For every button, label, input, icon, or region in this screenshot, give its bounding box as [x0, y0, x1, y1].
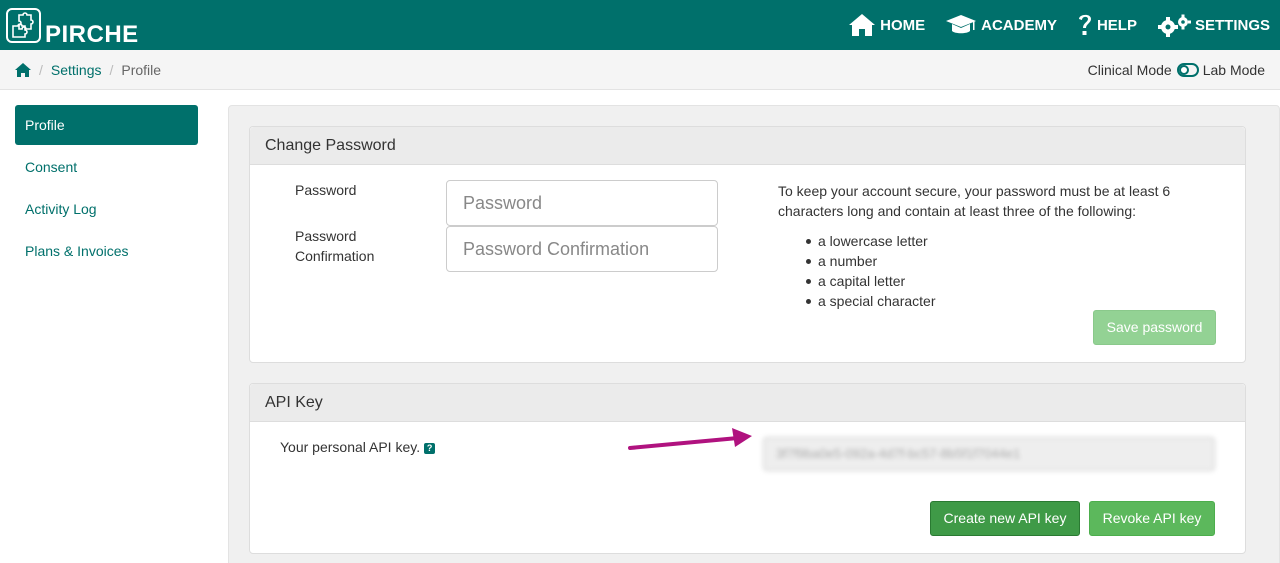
rule-item: a capital letter — [778, 271, 1004, 291]
rule-text: a special character — [818, 293, 936, 309]
revoke-api-key-button[interactable]: Revoke API key — [1089, 501, 1215, 536]
mode-clinical-label: Clinical Mode — [1087, 62, 1172, 78]
mode-switch: Clinical Mode Lab Mode — [1088, 50, 1265, 90]
arrow-annotation-icon — [628, 428, 752, 450]
password-requirements-text: To keep your account secure, your passwo… — [778, 183, 1171, 219]
password-confirmation-input[interactable] — [446, 226, 718, 272]
confirm-label-line2: Confirmation — [295, 248, 375, 264]
confirm-label-line1: Password — [295, 228, 357, 244]
api-key-field[interactable]: 3f7f9ba0e5-092a-4d7f-bc57-8b5f1f7044e1 — [763, 437, 1215, 471]
nav-academy[interactable]: ACADEMY — [945, 14, 1057, 36]
api-key-panel: API Key Your personal API key.? 3f7f9ba0… — [249, 383, 1246, 554]
puzzle-icon — [6, 8, 41, 43]
settings-sidebar: Profile Consent Activity Log Plans & Inv… — [15, 105, 198, 273]
rule-text: a capital letter — [818, 273, 906, 289]
gears-icon — [1157, 14, 1191, 37]
sidebar-item-profile[interactable]: Profile — [15, 105, 198, 145]
nav-settings-label: SETTINGS — [1194, 16, 1270, 34]
nav-home-label: HOME — [880, 16, 926, 34]
nav-home[interactable]: HOME — [848, 13, 925, 37]
rule-text: a lowercase letter — [818, 233, 928, 249]
panel-title: API Key — [250, 384, 1245, 422]
help-icon[interactable]: ? — [424, 443, 436, 454]
top-navbar: PIRCHE HOME ACADEMY HELP SETTINGS — [0, 0, 1280, 50]
breadcrumb-separator: / — [39, 62, 43, 78]
question-icon — [1078, 14, 1091, 35]
sidebar-item-activity-log[interactable]: Activity Log — [15, 189, 198, 229]
password-label: Password — [295, 182, 357, 198]
brand-name: PIRCHE — [45, 21, 139, 48]
create-api-key-button[interactable]: Create new API key — [930, 501, 1080, 536]
rule-item: a lowercase letter — [778, 231, 1004, 251]
mode-toggle[interactable] — [1176, 63, 1199, 77]
breadcrumb: / Settings / Profile — [15, 50, 161, 90]
change-password-panel: Change Password Password Password Confir… — [249, 126, 1246, 363]
rule-item: a special character — [778, 291, 1004, 311]
rule-item: a number — [778, 251, 1004, 271]
password-input[interactable] — [446, 180, 718, 226]
nav-settings[interactable]: SETTINGS — [1157, 13, 1270, 37]
breadcrumb-separator: / — [109, 62, 114, 78]
password-rules-list: a lowercase letter a number a capital le… — [778, 231, 1228, 311]
sidebar-item-consent[interactable]: Consent — [15, 147, 198, 187]
breadcrumb-bar: / Settings / Profile Clinical Mode Lab M… — [0, 50, 1280, 90]
api-key-label: Your personal API key.? — [280, 437, 436, 457]
home-icon — [849, 14, 876, 36]
sidebar-item-plans-invoices[interactable]: Plans & Invoices — [15, 231, 198, 271]
toggle-knob — [1178, 65, 1189, 75]
home-icon[interactable] — [15, 63, 31, 77]
nav-help[interactable]: HELP — [1077, 12, 1137, 38]
rule-text: a number — [818, 253, 878, 269]
brand-logo[interactable]: PIRCHE — [6, 8, 139, 47]
password-confirmation-label: Password Confirmation — [295, 226, 374, 266]
breadcrumb-current: Profile — [121, 62, 162, 78]
mode-lab-label: Lab Mode — [1202, 62, 1265, 78]
api-key-label-text: Your personal API key. — [280, 439, 421, 455]
nav-help-label: HELP — [1096, 16, 1137, 34]
nav-academy-label: ACADEMY — [981, 16, 1057, 34]
breadcrumb-settings[interactable]: Settings — [51, 62, 102, 78]
main-content: Change Password Password Password Confir… — [228, 105, 1280, 563]
panel-title: Change Password — [250, 127, 1245, 165]
save-password-button[interactable]: Save password — [1093, 310, 1216, 345]
graduation-cap-icon — [946, 15, 977, 34]
